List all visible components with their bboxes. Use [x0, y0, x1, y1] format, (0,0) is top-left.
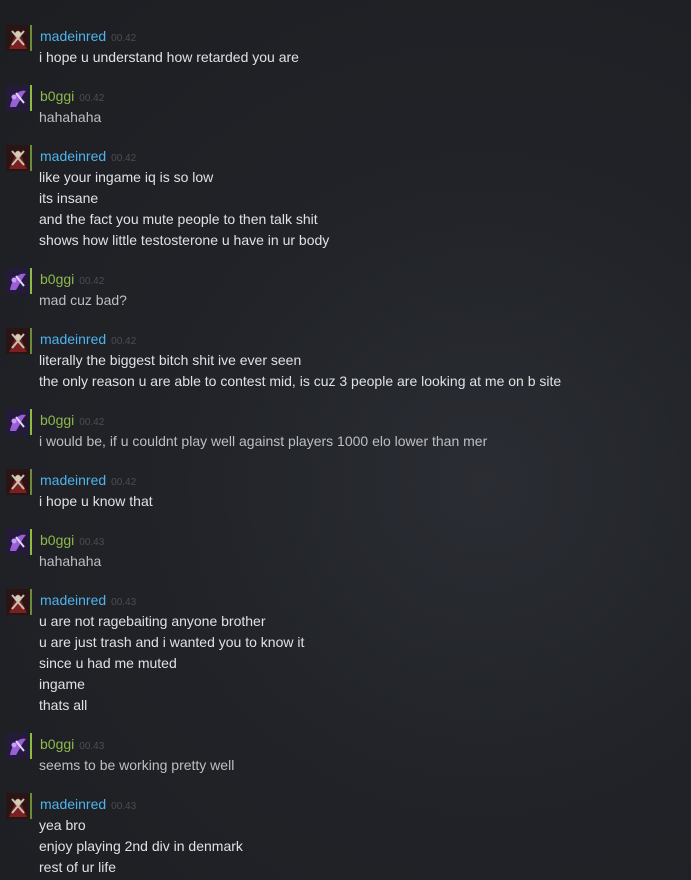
red-character-avatar-icon[interactable] — [6, 469, 32, 495]
message-body: i hope u understand how retarded you are — [39, 47, 299, 68]
message-line: seems to be working pretty well — [39, 757, 235, 773]
username[interactable]: madeinred — [40, 592, 106, 608]
message-header: madeinred 00.43 — [40, 795, 136, 813]
timestamp: 00.42 — [111, 153, 137, 164]
username[interactable]: b0ggi — [40, 88, 74, 104]
message-line: yea bro — [39, 817, 86, 833]
message-body: literally the biggest bitch shit ive eve… — [39, 350, 561, 392]
message-line: shows how little testosterone u have in … — [39, 232, 330, 248]
timestamp: 00.42 — [79, 93, 105, 104]
message-body: seems to be working pretty well — [39, 755, 234, 776]
message-header: madeinred 00.42 — [40, 27, 136, 45]
message-line: enjoy playing 2nd div in denmark — [39, 838, 243, 854]
red-character-avatar-icon[interactable] — [6, 145, 32, 171]
message-header: b0ggi 00.43 — [40, 735, 104, 753]
username[interactable]: b0ggi — [40, 271, 74, 287]
username[interactable]: b0ggi — [40, 532, 74, 548]
message-header: madeinred 00.42 — [40, 330, 136, 348]
message-body: yea bro enjoy playing 2nd div in denmark… — [39, 815, 243, 878]
message-body: i hope u know that — [39, 491, 153, 512]
timestamp: 00.42 — [79, 417, 105, 428]
message-header: b0ggi 00.42 — [40, 411, 104, 429]
purple-character-avatar-icon[interactable] — [6, 733, 32, 759]
message-body: i would be, if u couldnt play well again… — [39, 431, 487, 452]
message-line: rest of ur life — [39, 859, 117, 875]
chat-log: madeinred 00.42 i hope u understand how r… — [0, 0, 691, 880]
purple-character-avatar-icon[interactable] — [6, 85, 32, 111]
red-character-avatar-icon[interactable] — [6, 25, 32, 51]
username[interactable]: b0ggi — [40, 412, 74, 428]
red-character-avatar-icon[interactable] — [6, 328, 32, 354]
message-line: ingame — [39, 676, 85, 692]
message-header: b0ggi 00.43 — [40, 531, 104, 549]
timestamp: 00.42 — [111, 336, 137, 347]
purple-character-avatar-icon[interactable] — [6, 529, 32, 555]
message-line: hahahaha — [39, 553, 102, 569]
message-line: hahahaha — [39, 109, 102, 125]
red-character-avatar-icon[interactable] — [6, 589, 32, 615]
message-body: u are not ragebaiting anyone brother u a… — [39, 611, 304, 716]
message-body: hahahaha — [39, 551, 101, 572]
timestamp: 00.42 — [111, 477, 137, 488]
message-line: since u had me muted — [39, 655, 177, 671]
red-character-avatar-icon[interactable] — [6, 793, 32, 819]
username[interactable]: madeinred — [40, 331, 106, 347]
message-body: mad cuz bad? — [39, 290, 127, 311]
message-line: u are not ragebaiting anyone brother — [39, 613, 266, 629]
timestamp: 00.43 — [79, 537, 105, 548]
message-line: i would be, if u couldnt play well again… — [39, 433, 488, 449]
message-body: hahahaha — [39, 107, 101, 128]
username[interactable]: madeinred — [40, 796, 106, 812]
username[interactable]: madeinred — [40, 472, 106, 488]
message-line: i hope u understand how retarded you are — [39, 49, 299, 65]
message-header: b0ggi 00.42 — [40, 87, 104, 105]
message-line: mad cuz bad? — [39, 292, 127, 308]
message-header: madeinred 00.42 — [40, 147, 136, 165]
message-line: the only reason u are able to contest mi… — [39, 373, 562, 389]
message-header: madeinred 00.43 — [40, 591, 136, 609]
message-line: and the fact you mute people to then tal… — [39, 211, 318, 227]
timestamp: 00.42 — [79, 276, 105, 287]
message-line: i hope u know that — [39, 493, 153, 509]
username[interactable]: b0ggi — [40, 736, 74, 752]
message-line: thats all — [39, 697, 88, 713]
purple-character-avatar-icon[interactable] — [6, 409, 32, 435]
message-line: its insane — [39, 190, 99, 206]
timestamp: 00.43 — [111, 801, 137, 812]
timestamp: 00.43 — [111, 597, 137, 608]
timestamp: 00.42 — [111, 33, 137, 44]
message-header: madeinred 00.42 — [40, 471, 136, 489]
message-body: like your ingame iq is so low its insane… — [39, 167, 329, 251]
username[interactable]: madeinred — [40, 28, 106, 44]
timestamp: 00.43 — [79, 741, 105, 752]
message-line: like your ingame iq is so low — [39, 169, 214, 185]
message-line: u are just trash and i wanted you to kno… — [39, 634, 305, 650]
purple-character-avatar-icon[interactable] — [6, 268, 32, 294]
username[interactable]: madeinred — [40, 148, 106, 164]
message-header: b0ggi 00.42 — [40, 270, 104, 288]
message-line: literally the biggest bitch shit ive eve… — [39, 352, 302, 368]
